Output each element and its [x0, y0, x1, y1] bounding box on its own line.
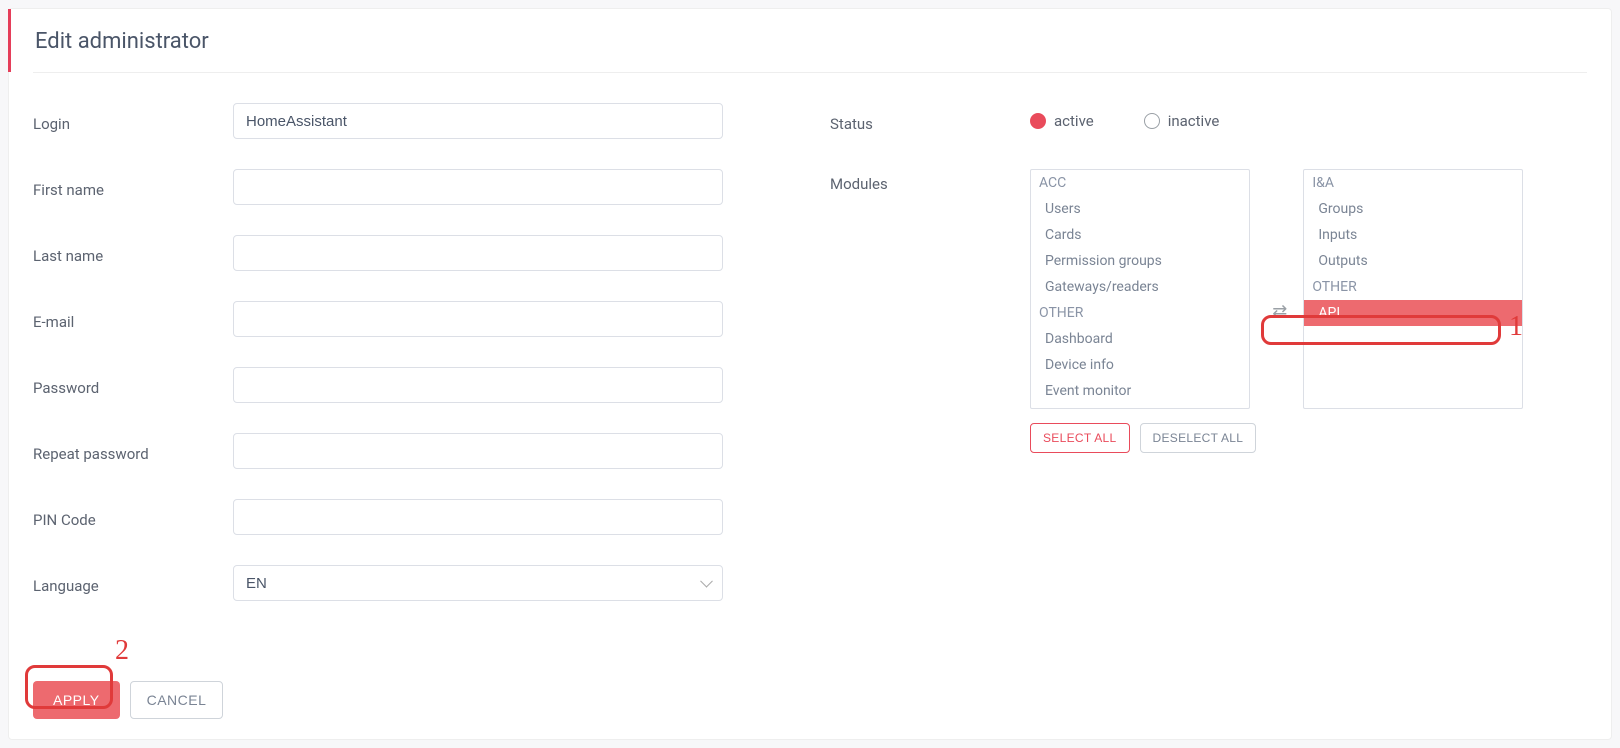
pincode-input[interactable]: [233, 499, 723, 535]
module-item[interactable]: Event monitor: [1031, 378, 1249, 404]
login-label: Login: [33, 109, 233, 133]
module-group-header: OTHER: [1304, 274, 1522, 300]
status-inactive-radio[interactable]: inactive: [1144, 112, 1220, 130]
pincode-label: PIN Code: [33, 505, 233, 529]
modules-label: Modules: [830, 169, 1030, 193]
module-item[interactable]: Cards: [1031, 222, 1249, 248]
firstname-input[interactable]: [233, 169, 723, 205]
module-item[interactable]: Permission groups: [1031, 248, 1249, 274]
cancel-button[interactable]: CANCEL: [130, 681, 224, 719]
module-group-header: I&A: [1304, 170, 1522, 196]
login-input[interactable]: [233, 103, 723, 139]
page-title: Edit administrator: [8, 9, 1611, 72]
swap-horizontal-icon: ⇄: [1268, 301, 1291, 322]
language-label: Language: [33, 571, 233, 595]
module-item[interactable]: Outputs: [1304, 248, 1522, 274]
module-group-header: ACC: [1031, 170, 1249, 196]
module-item[interactable]: Inputs: [1304, 222, 1522, 248]
password-input[interactable]: [233, 367, 723, 403]
status-inactive-label: inactive: [1168, 112, 1220, 130]
module-group-header: OTHER: [1031, 300, 1249, 326]
select-all-button[interactable]: SELECT ALL: [1030, 423, 1130, 453]
module-item[interactable]: Groups: [1304, 196, 1522, 222]
repeat-password-input[interactable]: [233, 433, 723, 469]
module-item[interactable]: Dashboard: [1031, 326, 1249, 352]
email-label: E-mail: [33, 307, 233, 331]
repeat-password-label: Repeat password: [33, 439, 233, 463]
status-active-label: active: [1054, 112, 1094, 130]
status-active-radio[interactable]: active: [1030, 112, 1094, 130]
deselect-all-button[interactable]: DESELECT ALL: [1140, 423, 1257, 453]
email-input[interactable]: [233, 301, 723, 337]
module-item[interactable]: Device info: [1031, 352, 1249, 378]
radio-checked-icon: [1030, 113, 1046, 129]
status-label: Status: [830, 109, 1030, 133]
radio-unchecked-icon: [1144, 113, 1160, 129]
firstname-label: First name: [33, 175, 233, 199]
password-label: Password: [33, 373, 233, 397]
module-item[interactable]: API: [1304, 300, 1522, 326]
modules-selected-list[interactable]: I&AGroupsInputsOutputsOTHERAPI: [1303, 169, 1523, 409]
lastname-input[interactable]: [233, 235, 723, 271]
module-item[interactable]: Users: [1031, 196, 1249, 222]
apply-button[interactable]: APPLY: [33, 681, 120, 719]
module-item[interactable]: Gateways/readers: [1031, 274, 1249, 300]
lastname-label: Last name: [33, 241, 233, 265]
modules-available-list[interactable]: ACCUsersCardsPermission groupsGateways/r…: [1030, 169, 1250, 409]
language-select[interactable]: EN: [233, 565, 723, 601]
